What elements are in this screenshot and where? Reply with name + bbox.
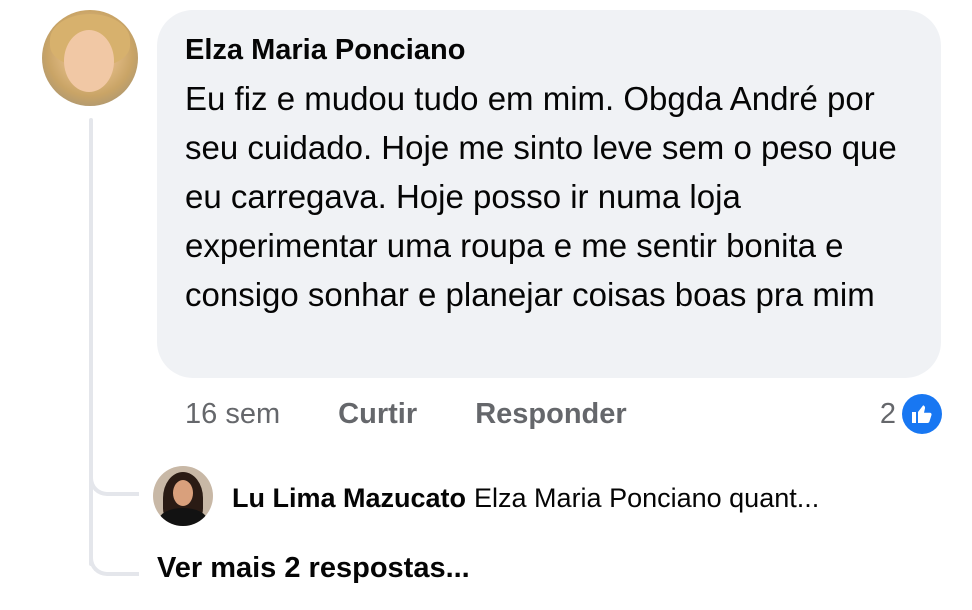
view-more-replies-link[interactable]: Ver mais 2 respostas... xyxy=(157,548,470,588)
reply-button[interactable]: Responder xyxy=(475,394,626,434)
thread-line xyxy=(89,118,93,566)
reply-preview-text: Elza Maria Ponciano quant... xyxy=(474,483,820,513)
like-button[interactable]: Curtir xyxy=(338,394,417,434)
reply-author[interactable]: Lu Lima Mazucato xyxy=(232,483,466,513)
comment-text: Eu fiz e mudou tudo em mim. Obgda André … xyxy=(185,80,897,313)
like-icon xyxy=(902,394,942,434)
reply-avatar[interactable] xyxy=(153,466,213,526)
thread-branch-reply xyxy=(89,470,139,496)
comment-bubble: Elza Maria Ponciano Eu fiz e mudou tudo … xyxy=(157,10,941,378)
reply-preview[interactable]: Lu Lima Mazucato Elza Maria Ponciano quan… xyxy=(232,478,819,518)
reaction-summary[interactable]: 2 xyxy=(880,393,942,435)
comment-actions: 16 sem Curtir Responder xyxy=(185,394,627,434)
comment-timestamp[interactable]: 16 sem xyxy=(185,394,280,434)
reaction-count: 2 xyxy=(879,397,896,430)
avatar[interactable] xyxy=(42,10,138,106)
comment-thread: Elza Maria Ponciano Eu fiz e mudou tudo … xyxy=(0,0,972,610)
thread-branch-more xyxy=(89,550,139,576)
comment-author[interactable]: Elza Maria Ponciano xyxy=(185,32,913,68)
